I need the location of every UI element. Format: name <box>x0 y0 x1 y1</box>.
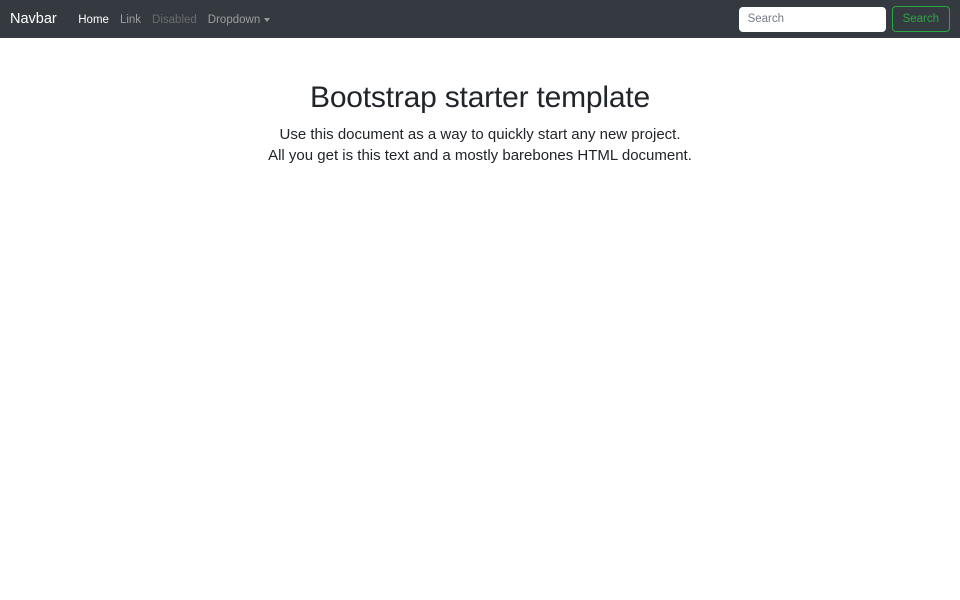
navbar-brand[interactable]: Navbar <box>10 11 57 27</box>
caret-down-icon <box>264 18 271 22</box>
nav-item-home: Home <box>73 10 115 28</box>
nav-link-link[interactable]: Link <box>114 14 146 26</box>
nav-link-disabled: Disabled <box>152 14 197 26</box>
navbar-nav: Home Link Disabled Dropdown <box>73 10 739 28</box>
main-content: Bootstrap starter template Use this docu… <box>0 38 960 166</box>
search-form: Search <box>738 6 950 32</box>
lead-text: Use this document as a way to quickly st… <box>0 124 960 166</box>
nav-item-disabled: Disabled <box>147 10 203 28</box>
nav-link-dropdown[interactable]: Dropdown <box>202 14 275 26</box>
nav-link-dropdown-label: Dropdown <box>207 14 261 26</box>
nav-link-home[interactable]: Home <box>73 14 115 26</box>
page-title: Bootstrap starter template <box>310 81 650 114</box>
lead-line-2: All you get is this text and a mostly ba… <box>268 147 692 164</box>
search-input[interactable] <box>738 6 886 32</box>
nav-item-dropdown: Dropdown <box>202 10 275 28</box>
lead-line-1: Use this document as a way to quickly st… <box>279 126 681 143</box>
search-button[interactable]: Search <box>891 6 950 32</box>
nav-item-link: Link <box>114 10 146 28</box>
navbar: Navbar Home Link Disabled Dropdown Searc… <box>0 0 960 38</box>
